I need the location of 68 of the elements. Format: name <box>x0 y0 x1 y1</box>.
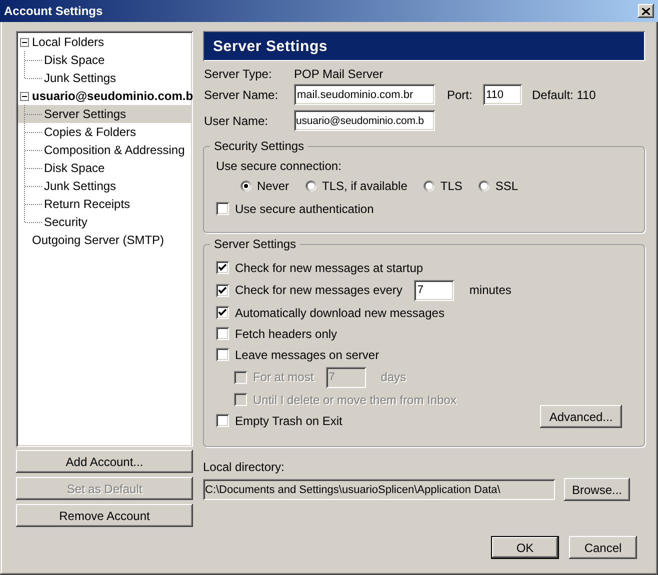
tree-connector-line <box>24 177 43 195</box>
checkbox[interactable] <box>216 327 229 340</box>
radio-icon[interactable] <box>423 180 436 192</box>
checkbox-label[interactable]: Check for new messages at startup <box>235 260 424 274</box>
checked-checkbox[interactable] <box>216 306 229 319</box>
tree-connector-line <box>24 105 43 123</box>
port-field[interactable]: 110 <box>483 84 522 105</box>
group-title: Security Settings <box>213 139 306 153</box>
default-port-label: Default: 110 <box>532 88 596 102</box>
server-name-field[interactable]: mail.seudominio.com.br <box>294 84 435 105</box>
tree-item[interactable]: Server Settings <box>18 105 191 123</box>
server-type-value: POP Mail Server <box>294 67 384 81</box>
radio-option[interactable]: Never <box>240 179 290 193</box>
field-label: Local directory: <box>203 459 286 475</box>
tree-item[interactable]: usuario@seudominio.com.b <box>18 87 191 105</box>
checkbox[interactable] <box>216 348 229 361</box>
checkbox[interactable] <box>216 202 229 215</box>
radio-icon[interactable] <box>305 180 318 192</box>
tree-item[interactable]: Disk Space <box>18 51 191 69</box>
tree-item[interactable]: Copies & Folders <box>18 123 191 141</box>
tree-item[interactable]: Outgoing Server (SMTP) <box>18 231 191 249</box>
tree-connector-line <box>24 141 43 159</box>
close-button[interactable] <box>638 4 654 18</box>
number-field[interactable]: 7 <box>414 280 454 300</box>
field-label: User Name: <box>204 114 270 128</box>
tree-item[interactable]: Security <box>18 213 191 231</box>
tree-item[interactable]: Junk Settings <box>18 69 191 87</box>
collapse-icon[interactable] <box>20 38 29 46</box>
checkbox-label[interactable]: Leave messages on server <box>235 348 380 362</box>
field-label: Server Name: <box>204 88 280 102</box>
radio-option[interactable]: TLS, if available <box>305 179 408 193</box>
selected-radio-icon[interactable] <box>240 180 252 192</box>
checkbox-label[interactable]: Use secure authentication <box>235 202 374 216</box>
tree-item[interactable]: Disk Space <box>18 159 191 177</box>
account-button[interactable]: Remove Account <box>16 504 193 527</box>
checked-checkbox[interactable] <box>216 261 229 274</box>
account-button[interactable]: Add Account... <box>16 450 193 473</box>
checked-checkbox[interactable] <box>216 284 229 296</box>
window-title: Account Settings <box>4 4 103 18</box>
advanced-button[interactable]: Advanced... <box>540 405 622 428</box>
group-title: Server Settings <box>213 237 298 251</box>
checkbox-label[interactable]: Check for new messages every <box>235 283 402 297</box>
unit-label: days <box>380 370 406 384</box>
collapse-icon[interactable] <box>20 92 29 100</box>
tree-connector-line <box>24 123 43 141</box>
tree-item[interactable]: Return Receipts <box>18 195 191 213</box>
checkbox-label[interactable]: Empty Trash on Exit <box>235 414 342 428</box>
cancel-button[interactable]: Cancel <box>569 536 637 559</box>
panel-title: Server Settings <box>203 31 645 61</box>
unit-label: minutes <box>469 283 512 297</box>
radio-option[interactable]: TLS <box>423 179 462 193</box>
tree-item[interactable]: Local Folders <box>18 33 191 51</box>
checkbox[interactable] <box>216 414 229 427</box>
field-label: Server Type: <box>204 67 273 81</box>
tree-item[interactable]: Junk Settings <box>18 177 191 195</box>
local-directory-field[interactable]: C:\Documents and Settings\usuarioSplicen\Application Data\ <box>203 479 555 500</box>
user-name-field[interactable]: usuario@seudominio.com.b <box>294 110 435 131</box>
close-icon <box>642 8 650 14</box>
checkbox-label[interactable]: Automatically download new messages <box>235 306 444 320</box>
secure-connection-label: Use secure connection: <box>216 158 342 175</box>
tree-item[interactable]: Composition & Addressing <box>18 141 191 159</box>
radio-option[interactable]: SSL <box>478 179 518 193</box>
browse-button[interactable]: Browse... <box>564 478 630 501</box>
ok-button[interactable]: OK <box>491 536 559 559</box>
checkbox-label[interactable]: Fetch headers only <box>235 326 338 340</box>
tree-connector-line <box>24 159 43 177</box>
radio-icon[interactable] <box>478 180 490 192</box>
field-label: Port: <box>447 88 474 102</box>
